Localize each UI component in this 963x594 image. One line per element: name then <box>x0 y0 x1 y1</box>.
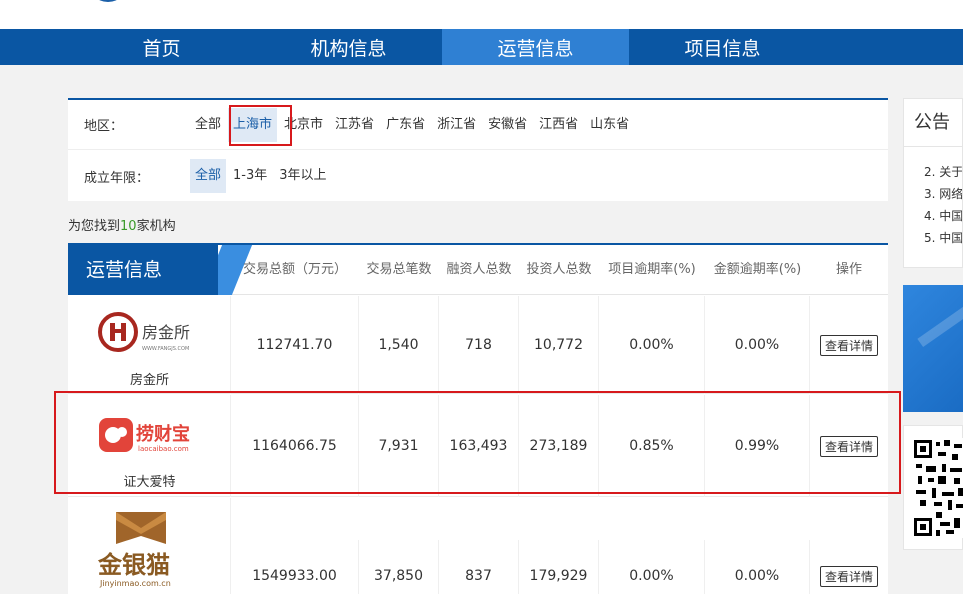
col-header-trade-count: 交易总笔数 <box>366 262 432 277</box>
notice-item[interactable]: 4. 中国 <box>904 205 962 227</box>
years-option-1-3[interactable]: 1-3年 <box>228 159 272 193</box>
view-details-button[interactable]: 查看详情 <box>819 334 878 356</box>
notice-panel: 公告 2. 关于 3. 网络 4. 中国 5. 中国 <box>903 98 963 268</box>
region-label: 地区： <box>84 119 124 134</box>
site-logo[interactable] <box>88 0 128 2</box>
main-nav: 首页 机构信息 运营信息 项目信息 <box>0 29 963 65</box>
view-details-button[interactable]: 查看详情 <box>819 565 878 587</box>
result-prefix: 为您找到 <box>68 219 121 234</box>
notice-title: 公告 <box>904 99 962 147</box>
cell-investors: 10,772 <box>519 296 599 394</box>
cell-project-overdue: 0.00% <box>599 296 705 394</box>
table-header: 运营信息 交易总额（万元） 交易总笔数 融资人总数 投资人总数 项目逾期率(%)… <box>68 245 888 295</box>
region-option-jiangxi[interactable]: 江西省 <box>534 108 583 142</box>
notice-item[interactable]: 3. 网络 <box>904 183 962 205</box>
nav-project-info[interactable]: 项目信息 <box>629 29 816 65</box>
logo-text: 房金所 <box>142 323 190 342</box>
col-header-project-overdue: 项目逾期率(%) <box>608 262 696 277</box>
row-highlight-box <box>54 391 901 494</box>
fangjinsuo-logo[interactable]: 房金所 WWW.FANGJS.COM <box>96 310 206 358</box>
region-option-zhejiang[interactable]: 浙江省 <box>432 108 481 142</box>
result-suffix: 家机构 <box>136 219 176 234</box>
years-option-all[interactable]: 全部 <box>190 159 227 193</box>
region-option-shandong[interactable]: 山东省 <box>585 108 634 142</box>
cell-project-overdue: 0.00% <box>599 540 705 594</box>
org-name: 房金所 <box>129 373 169 388</box>
notice-item[interactable]: 2. 关于 <box>904 161 962 183</box>
cell-investors: 179,929 <box>519 540 599 594</box>
nav-institution-info[interactable]: 机构信息 <box>255 29 442 65</box>
col-header-trade-amount: 交易总额（万元） <box>242 262 347 277</box>
jinyinmao-logo[interactable]: 金银猫 Jinyinmao.com.cn <box>96 506 206 590</box>
col-header-amount-overdue: 金额逾期率(%) <box>713 262 802 277</box>
logo-subtext: WWW.FANGJS.COM <box>142 346 189 352</box>
years-filter-row: 成立年限： 全部 1-3年 3年以上 <box>68 151 888 201</box>
col-header-investors: 投资人总数 <box>526 262 592 277</box>
org-logo-cell: 房金所 WWW.FANGJS.COM 房金所 <box>68 296 231 394</box>
nav-home[interactable]: 首页 <box>68 29 255 65</box>
region-filter-row: 地区： 全部 上海市 北京市 江苏省 广东省 浙江省 安徽省 江西省 山东省 <box>68 100 888 150</box>
filter-panel: 地区： 全部 上海市 北京市 江苏省 广东省 浙江省 安徽省 江西省 山东省 成… <box>68 98 888 201</box>
region-option-anhui[interactable]: 安徽省 <box>483 108 532 142</box>
table-title: 运营信息 <box>86 259 163 281</box>
table-row: 金银猫 Jinyinmao.com.cn 1549933.00 37,850 8… <box>68 498 888 594</box>
cell-amount-overdue: 0.00% <box>705 540 810 594</box>
region-selection-highlight <box>229 105 292 146</box>
years-option-3plus[interactable]: 3年以上 <box>274 159 331 193</box>
nav-operation-info[interactable]: 运营信息 <box>442 29 629 65</box>
col-header-action: 操作 <box>835 262 862 277</box>
banner-decoration <box>917 292 963 348</box>
logo-subtext: Jinyinmao.com.cn <box>99 579 171 588</box>
result-count: 10 <box>120 219 137 234</box>
region-option-all[interactable]: 全部 <box>190 108 226 142</box>
cell-trade-amount: 1549933.00 <box>231 540 359 594</box>
cell-borrowers: 718 <box>439 296 519 394</box>
years-label: 成立年限： <box>84 170 150 186</box>
cell-trade-amount: 112741.70 <box>231 296 359 394</box>
qr-code-icon <box>914 438 963 538</box>
col-header-borrowers: 融资人总数 <box>446 262 512 277</box>
cell-borrowers: 837 <box>439 540 519 594</box>
cell-trade-count: 37,850 <box>359 540 439 594</box>
cell-action: 查看详情 <box>810 540 888 594</box>
qr-panel <box>903 425 963 550</box>
result-count-text: 为您找到10家机构 <box>68 215 176 234</box>
cell-trade-count: 1,540 <box>359 296 439 394</box>
notice-list: 2. 关于 3. 网络 4. 中国 5. 中国 <box>904 147 962 249</box>
cell-action: 查看详情 <box>810 296 888 394</box>
side-banner-image[interactable] <box>903 285 963 412</box>
org-logo-cell: 金银猫 Jinyinmao.com.cn <box>68 498 231 594</box>
table-row: 房金所 WWW.FANGJS.COM 房金所 112741.70 1,540 7… <box>68 296 888 394</box>
cell-amount-overdue: 0.00% <box>705 296 810 394</box>
notice-item[interactable]: 5. 中国 <box>904 227 962 249</box>
top-strip <box>0 0 963 29</box>
region-option-jiangsu[interactable]: 江苏省 <box>330 108 379 142</box>
logo-text: 金银猫 <box>97 551 170 579</box>
region-option-guangdong[interactable]: 广东省 <box>381 108 430 142</box>
